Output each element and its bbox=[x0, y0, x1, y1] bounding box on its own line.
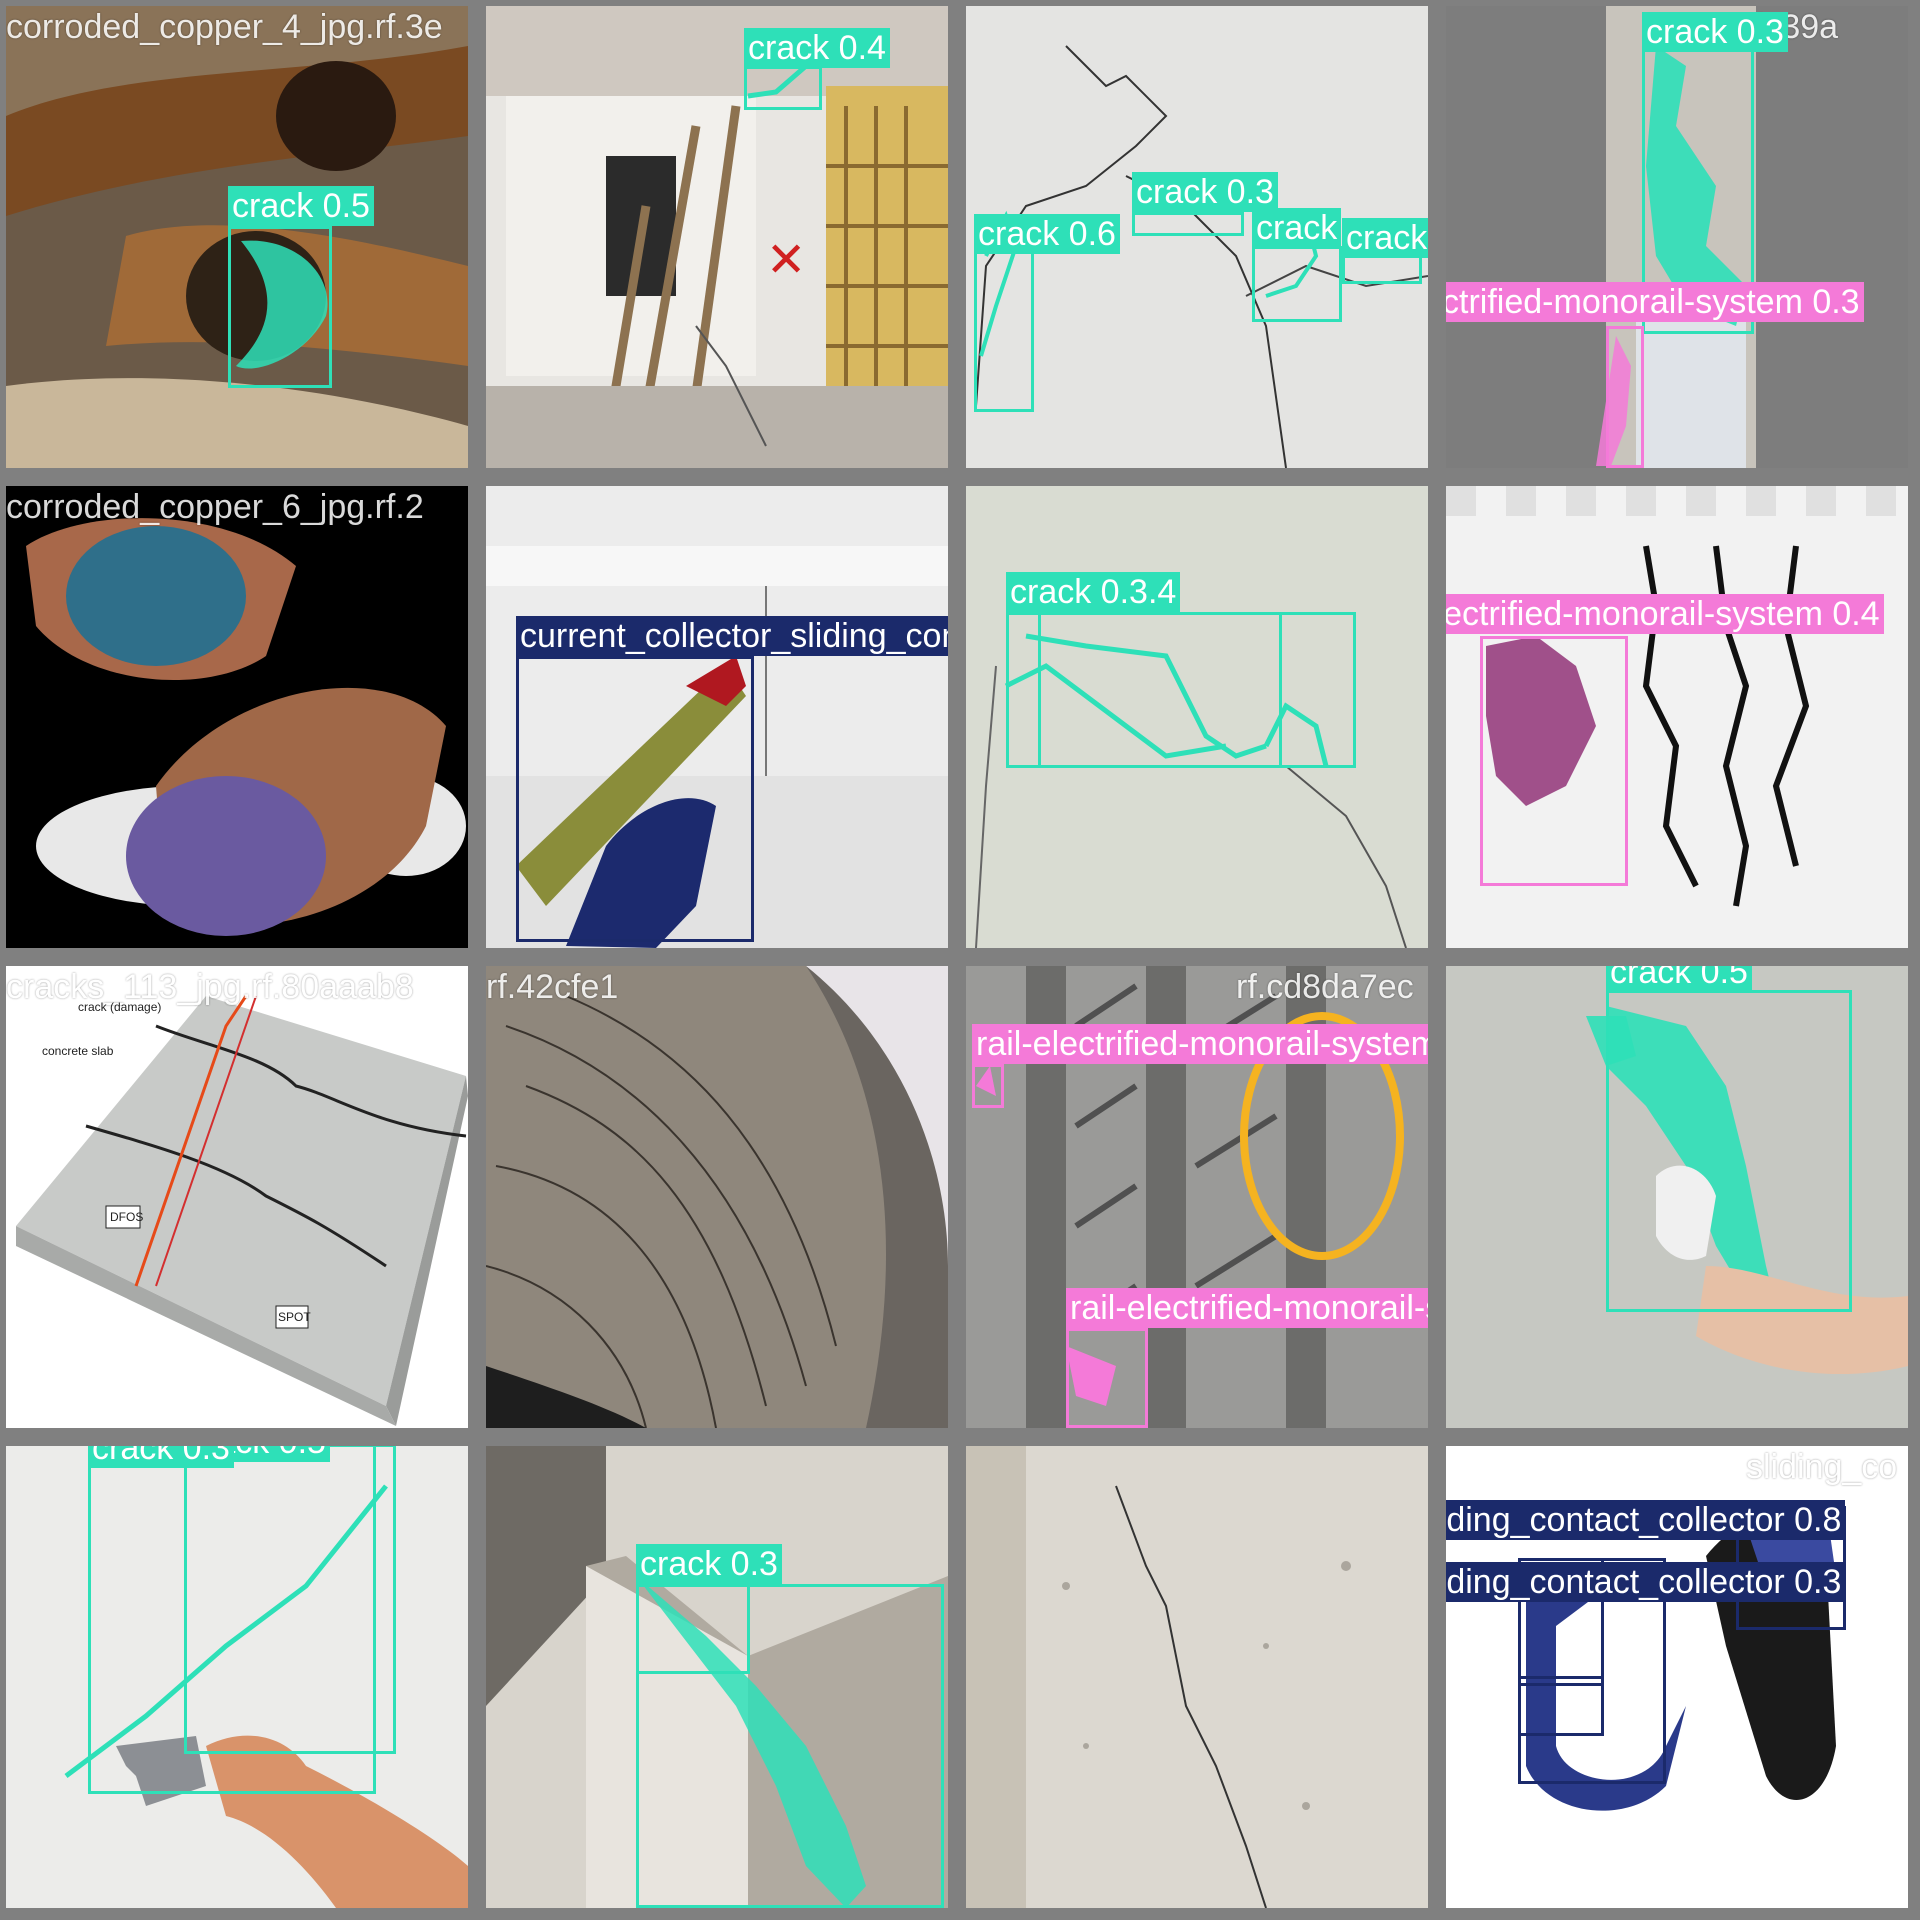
tile-image bbox=[486, 486, 948, 948]
tile-concrete-wall[interactable]: crack 0.3.4 bbox=[966, 486, 1428, 948]
tile-current-collector[interactable]: sliding_co current_collector_sliding_con… bbox=[1446, 1446, 1908, 1908]
detection-label: rail-electrified-monorail-system 0.3 bbox=[1066, 1288, 1428, 1328]
tile-crack-illustration[interactable]: rail-electrified-monorail-system 0.4 bbox=[1446, 486, 1908, 948]
diagram-label: concrete slab bbox=[42, 1044, 114, 1058]
tile-image bbox=[486, 1446, 948, 1908]
tile-filename: corroded_copper_6_jpg.rf.2 bbox=[6, 488, 424, 526]
tile-scraper-wall[interactable]: crack 0.5 crack 0.3 bbox=[6, 1446, 468, 1908]
tile-image bbox=[966, 1446, 1428, 1908]
detection-label: rail-electrified-monorail-system 0.3 bbox=[972, 1024, 1428, 1064]
tile-corroded-copper-4[interactable]: corroded_copper_4_jpg.rf.3e crack 0.5 bbox=[6, 6, 468, 468]
detection-grid: corroded_copper_4_jpg.rf.3e crack 0.5 ✕ bbox=[0, 0, 1920, 1920]
detection-label: crack 0.3 bbox=[1642, 12, 1788, 52]
tile-tire-tread[interactable]: rf.cd8da7ec rail-electrified-monorail-sy… bbox=[966, 966, 1428, 1428]
detection-label: crack 0.3 bbox=[636, 1544, 782, 1584]
detection-label: crack 0.3 bbox=[1132, 172, 1278, 212]
tile-image bbox=[966, 486, 1428, 948]
detection-label: rail-electrified-monorail-system 0.3 bbox=[1446, 282, 1864, 322]
tile-filename: cracks_113_jpg.rf.80aaab8 bbox=[6, 968, 414, 1006]
tile-image bbox=[6, 1446, 468, 1908]
detection-label: crack 0.3 bbox=[1342, 218, 1428, 258]
detection-label: crack bbox=[1252, 208, 1342, 248]
tile-image: ✕ bbox=[486, 6, 948, 468]
detection-label: current_collector_sliding_contact_collec… bbox=[1446, 1562, 1846, 1602]
tile-concrete-slab-diagram[interactable]: cracks_113_jpg.rf.80aaab8 crack (damage)… bbox=[6, 966, 468, 1428]
tile-image bbox=[1446, 486, 1908, 948]
tile-image bbox=[6, 486, 468, 948]
tile-wall-repair[interactable]: crack 0.5 bbox=[1446, 966, 1908, 1428]
tile-image bbox=[6, 6, 468, 468]
detection-label: crack 0.3.4 bbox=[1006, 572, 1181, 612]
diagram-label: crack (damage) bbox=[78, 1000, 162, 1014]
tile-filename: rf.42cfe1 bbox=[486, 968, 619, 1006]
tile-house-wall[interactable]: ✕ crack 0.4 bbox=[486, 6, 948, 468]
tile-image bbox=[486, 966, 948, 1428]
detection-label: crack 0.3 bbox=[88, 1446, 234, 1468]
detection-label: crack 0.4 bbox=[744, 28, 890, 68]
tile-filename: sliding_co bbox=[1746, 1448, 1898, 1486]
tile-image bbox=[1446, 966, 1908, 1428]
detection-label: crack 0.5 bbox=[1606, 966, 1752, 992]
detection-label: rail-electrified-monorail-system 0.4 bbox=[1446, 594, 1884, 634]
tile-drywall-corner[interactable]: crack 0.3 bbox=[486, 1446, 948, 1908]
diagram-label: DFOS bbox=[110, 1210, 144, 1224]
tile-plaster-wall[interactable]: crack 0.3 crack 0.6 crack crack 0.3 bbox=[966, 6, 1428, 468]
tile-image bbox=[1446, 6, 1908, 468]
tile-corroded-copper-6[interactable]: corroded_copper_6_jpg.rf.2 bbox=[6, 486, 468, 948]
detection-label: crack 0.5 bbox=[228, 186, 374, 226]
tile-caulk-gun[interactable]: current_collector_sliding_contact_collec… bbox=[486, 486, 948, 948]
tile-image bbox=[6, 966, 468, 1428]
detection-label: current_collector_sliding_contact_collec… bbox=[516, 616, 948, 656]
tile-doorway[interactable]: cf739a crack 0.3 rail-electrified-monora… bbox=[1446, 6, 1908, 468]
diagram-label: SPOT bbox=[278, 1310, 311, 1324]
detection-label: crack 0.6 bbox=[974, 214, 1120, 254]
detection-label: current_collector_sliding_contact_collec… bbox=[1446, 1500, 1846, 1540]
tile-filename: rf.cd8da7ec bbox=[1236, 968, 1414, 1006]
tile-filename: corroded_copper_4_jpg.rf.3e bbox=[6, 8, 443, 46]
tile-stained-concrete[interactable] bbox=[966, 1446, 1428, 1908]
svg-text:✕: ✕ bbox=[766, 232, 806, 288]
tile-tire-sidewall[interactable]: rf.42cfe1 bbox=[486, 966, 948, 1428]
